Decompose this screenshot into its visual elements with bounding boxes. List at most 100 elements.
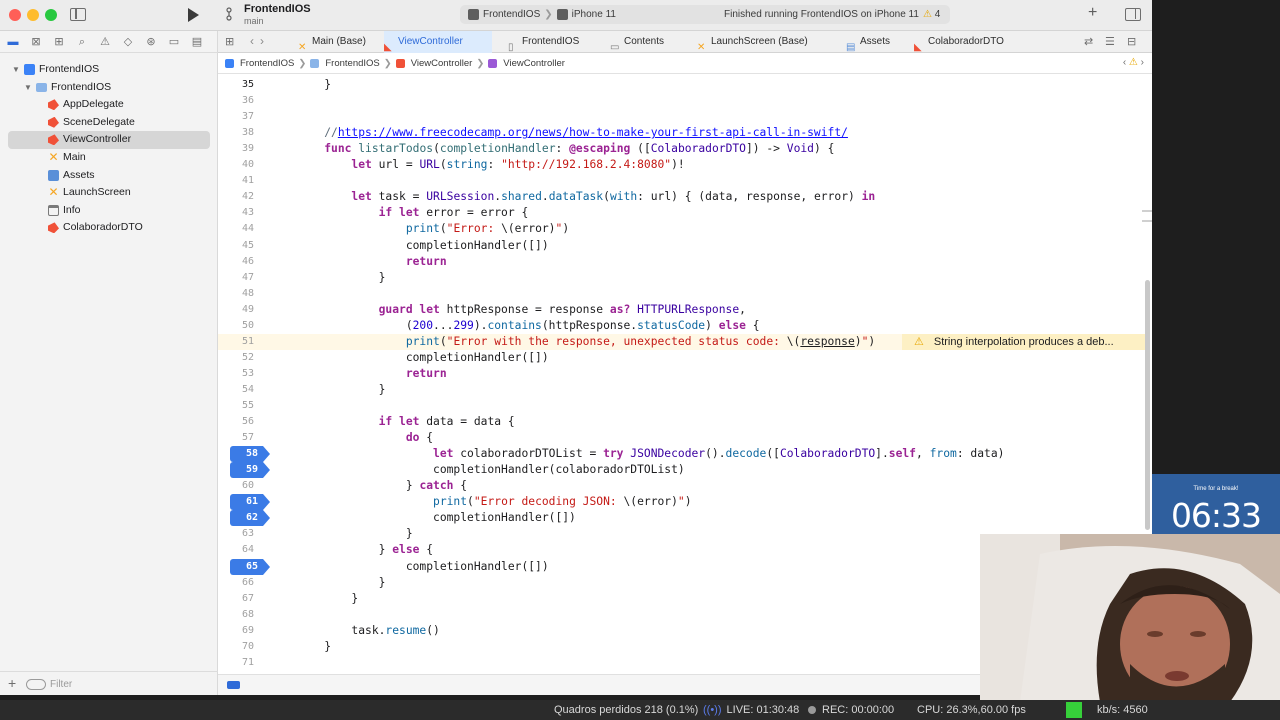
code-line[interactable]: 35 } <box>218 77 1147 93</box>
code-line[interactable]: 59 completionHandler(colaboradorDTOList) <box>218 462 1147 479</box>
code-line[interactable]: 39 func listarTodos(completionHandler: @… <box>218 141 1147 157</box>
code-line[interactable]: 38 //https://www.freecodecamp.org/news/h… <box>218 125 1147 141</box>
minimize-window-button[interactable] <box>27 9 39 21</box>
scheme-name[interactable]: FrontendIOS <box>244 3 311 15</box>
code-line[interactable]: 44 print("Error: \(error)") <box>218 221 1147 237</box>
breakpoint-marker[interactable]: 58 <box>230 446 270 463</box>
code-line[interactable]: 43 if let error = error { <box>218 205 1147 221</box>
line-number[interactable]: 43 <box>218 205 254 221</box>
breadcrumb-folder[interactable]: FrontendIOS <box>325 58 379 69</box>
breakpoint-marker[interactable]: 61 <box>230 494 270 511</box>
navigator-item-assets[interactable]: Assets <box>0 167 218 185</box>
code-line[interactable]: 48 <box>218 286 1147 302</box>
line-number[interactable]: 45 <box>218 238 254 254</box>
tab-frontendios[interactable]: ▯ FrontendIOS <box>508 31 588 53</box>
code-line[interactable]: 60 } catch { <box>218 478 1147 494</box>
navigator-item-appdelegate[interactable]: AppDelegate <box>0 96 218 114</box>
navigator-item-colaboradordto[interactable]: ColaboradorDTO <box>0 219 218 237</box>
navigator-item-launchscreen[interactable]: ✕ LaunchScreen <box>0 184 218 202</box>
related-items-icon[interactable]: ⊞ <box>225 35 234 48</box>
find-icon[interactable]: ⌕ <box>75 36 89 48</box>
code-line[interactable]: 50 (200...299).contains(httpResponse.sta… <box>218 318 1147 334</box>
line-number[interactable]: 51 <box>218 334 254 350</box>
source-control-icon[interactable]: ⊠ <box>29 36 43 48</box>
line-number[interactable]: 64 <box>218 542 254 558</box>
line-number[interactable]: 71 <box>218 655 254 671</box>
issue-icon[interactable]: ⚠ <box>98 36 112 48</box>
filter-field[interactable]: Filter <box>26 677 211 691</box>
code-line[interactable]: 52 completionHandler([]) <box>218 350 1147 366</box>
tab-assets[interactable]: ▤ Assets <box>846 31 898 53</box>
inline-warning[interactable]: ⚠ String interpolation produces a deb... <box>902 333 1147 350</box>
line-number[interactable]: 63 <box>218 526 254 542</box>
breakpoint-marker[interactable]: 62 <box>230 510 270 527</box>
warning-count-badge[interactable]: ⚠ 4 <box>923 9 940 20</box>
code-line[interactable]: 42 let task = URLSession.shared.dataTask… <box>218 189 1147 205</box>
line-number[interactable]: 68 <box>218 607 254 623</box>
code-line[interactable]: 37 <box>218 109 1147 125</box>
code-line[interactable]: 41 <box>218 173 1147 189</box>
disclosure-icon[interactable]: ▼ <box>12 61 20 79</box>
tab-colaboradordto[interactable]: ◣ ColaboradorDTO <box>914 31 1014 53</box>
line-number[interactable]: 38 <box>218 125 254 141</box>
refresh-icon[interactable]: ⇄ <box>1084 35 1093 48</box>
symbol-icon[interactable]: ⊞ <box>52 36 66 48</box>
line-number[interactable]: 55 <box>218 398 254 414</box>
tab-launchscreen-base[interactable]: ✕ LaunchScreen (Base) <box>697 31 829 53</box>
split-editor-icon[interactable]: ⊟ <box>1127 35 1136 48</box>
line-number[interactable]: 44 <box>218 221 254 237</box>
issue-navigation-arrows[interactable]: ‹ ⚠ › <box>1123 57 1144 68</box>
line-number[interactable]: 42 <box>218 189 254 205</box>
navigator-item-viewcontroller[interactable]: ViewController <box>8 131 210 149</box>
code-line[interactable]: 46 return <box>218 254 1147 270</box>
folder-icon[interactable]: ▬ <box>6 36 20 48</box>
history-arrows[interactable]: ‹› <box>250 34 270 48</box>
library-add-button[interactable]: + <box>1088 4 1097 22</box>
code-line[interactable]: 55 <box>218 398 1147 414</box>
code-line[interactable]: 40 let url = URL(string: "http://192.168… <box>218 157 1147 173</box>
breakpoint-marker[interactable]: 65 <box>230 558 270 575</box>
code-line[interactable]: 51 print("Error with the response, unexp… <box>218 333 1147 350</box>
breadcrumb-file[interactable]: ViewController <box>411 58 473 69</box>
code-line[interactable]: 56 if let data = data { <box>218 414 1147 430</box>
code-line[interactable]: 62 completionHandler([]) <box>218 510 1147 527</box>
tab-main-base[interactable]: ✕ Main (Base) <box>298 31 384 53</box>
options-icon[interactable]: ☰ <box>1105 35 1115 48</box>
navigator-item-frontendios[interactable]: ▼ FrontendIOS <box>0 61 218 79</box>
code-line[interactable]: 36 <box>218 93 1147 109</box>
run-destination[interactable]: FrontendIOS ❯ iPhone 11 <box>468 9 616 20</box>
breadcrumb-project[interactable]: FrontendIOS <box>240 58 294 69</box>
code-line[interactable]: 57 do { <box>218 430 1147 446</box>
line-number[interactable]: 53 <box>218 366 254 382</box>
editor-scrollbar[interactable] <box>1145 280 1150 530</box>
disclosure-icon[interactable]: ▼ <box>24 79 32 97</box>
line-number[interactable]: 57 <box>218 430 254 446</box>
line-number[interactable]: 60 <box>218 478 254 494</box>
line-number[interactable]: 54 <box>218 382 254 398</box>
navigator-item-frontendios[interactable]: ▼ FrontendIOS <box>0 79 218 97</box>
sidebar-toggle-icon[interactable] <box>70 8 86 21</box>
line-number[interactable]: 50 <box>218 318 254 334</box>
line-number[interactable]: 35 <box>218 77 254 93</box>
test-icon[interactable]: ◇ <box>121 36 135 48</box>
line-number[interactable]: 70 <box>218 639 254 655</box>
line-number[interactable]: 48 <box>218 286 254 302</box>
code-line[interactable]: 47 } <box>218 270 1147 286</box>
line-number[interactable]: 41 <box>218 173 254 189</box>
inspector-toggle-icon[interactable] <box>1125 8 1141 21</box>
line-number[interactable]: 66 <box>218 575 254 591</box>
line-number[interactable]: 69 <box>218 623 254 639</box>
code-line[interactable]: 54 } <box>218 382 1147 398</box>
line-number[interactable]: 36 <box>218 93 254 109</box>
line-number[interactable]: 49 <box>218 302 254 318</box>
code-line[interactable]: 45 completionHandler([]) <box>218 238 1147 254</box>
run-button[interactable] <box>188 8 199 22</box>
code-line[interactable]: 61 print("Error decoding JSON: \(error)"… <box>218 494 1147 511</box>
line-number[interactable]: 52 <box>218 350 254 366</box>
line-number[interactable]: 56 <box>218 414 254 430</box>
line-number[interactable]: 40 <box>218 157 254 173</box>
line-number[interactable]: 47 <box>218 270 254 286</box>
line-number[interactable]: 67 <box>218 591 254 607</box>
navigator-item-scenedelegate[interactable]: SceneDelegate <box>0 114 218 132</box>
tab-viewcontroller[interactable]: ◣ ViewController <box>384 31 492 53</box>
